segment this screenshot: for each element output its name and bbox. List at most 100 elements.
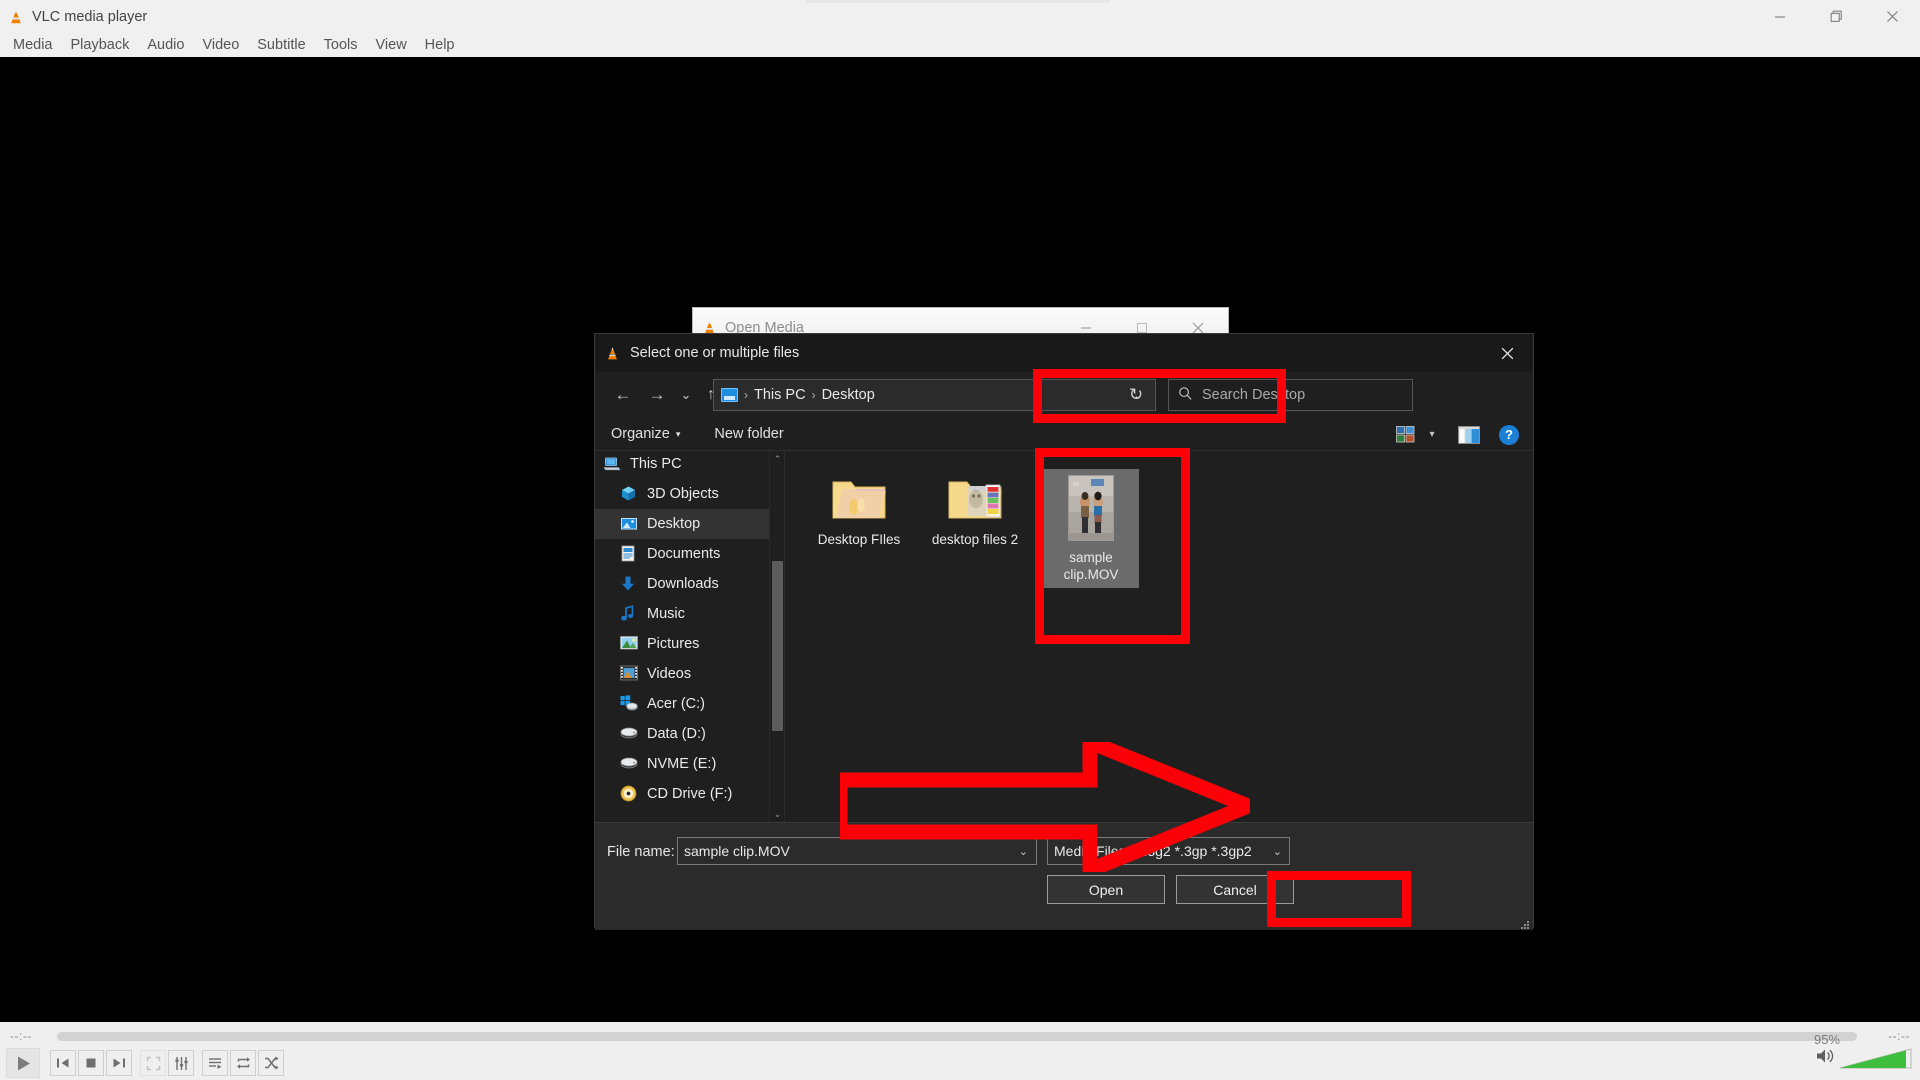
refresh-button[interactable]: ↻	[1116, 380, 1156, 410]
vlc-title-text: VLC media player	[32, 9, 147, 25]
loop-button[interactable]	[230, 1050, 256, 1076]
windows-drive-icon	[620, 695, 638, 713]
vlc-cone-icon	[605, 346, 620, 361]
file-dialog-close-button[interactable]	[1481, 334, 1533, 372]
skip-controls-group	[50, 1050, 132, 1076]
sidebar-item-label: Pictures	[647, 636, 699, 652]
file-item-desktop-files-2[interactable]: desktop files 2	[927, 469, 1023, 588]
previous-button[interactable]	[50, 1050, 76, 1076]
music-note-icon	[620, 605, 638, 623]
scroll-down-button[interactable]: ⌄	[770, 806, 785, 822]
sidebar-item-downloads[interactable]: Downloads	[595, 569, 769, 599]
open-button[interactable]: Open	[1047, 875, 1165, 904]
sidebar-item-label: Music	[647, 606, 685, 622]
file-dialog-titlebar: Select one or multiple files	[595, 334, 1533, 372]
menu-item-subtitle[interactable]: Subtitle	[248, 35, 314, 55]
file-dialog-navbar: ← → ⌄ ↑ › This PC › Desktop ⌄ ↻	[595, 372, 1533, 418]
preview-pane-icon[interactable]	[1455, 422, 1483, 448]
shuffle-button[interactable]	[258, 1050, 284, 1076]
sidebar-item-pictures[interactable]: Pictures	[595, 629, 769, 659]
help-icon: ?	[1499, 425, 1519, 445]
menu-item-view[interactable]: View	[367, 35, 416, 55]
close-button[interactable]	[1864, 0, 1920, 33]
maximize-button[interactable]	[1808, 0, 1864, 33]
volume-control[interactable]: 95%	[1816, 1046, 1912, 1070]
film-icon	[620, 665, 638, 683]
menu-item-tools[interactable]: Tools	[315, 35, 367, 55]
picture-icon	[620, 635, 638, 653]
file-item-label: desktop files 2	[932, 531, 1018, 548]
sidebar-item-data-d[interactable]: Data (D:)	[595, 719, 769, 749]
menu-item-video[interactable]: Video	[193, 35, 248, 55]
stop-button[interactable]	[78, 1050, 104, 1076]
forward-button[interactable]: →	[640, 379, 674, 411]
help-button[interactable]: ?	[1495, 422, 1523, 448]
organize-button[interactable]: Organize ▾	[601, 422, 690, 446]
volume-label: 95%	[1814, 1032, 1840, 1047]
sidebar-item-acer-c[interactable]: Acer (C:)	[595, 689, 769, 719]
menu-item-playback[interactable]: Playback	[62, 35, 139, 55]
vlc-menubar: Media Playback Audio Video Subtitle Tool…	[0, 33, 1920, 57]
file-item-sample-clip[interactable]: sample clip.MOV	[1043, 469, 1139, 588]
cube-icon	[620, 485, 638, 503]
next-button[interactable]	[106, 1050, 132, 1076]
scrollbar-thumb[interactable]	[772, 561, 783, 731]
sidebar-item-desktop[interactable]: Desktop	[595, 509, 769, 539]
view-layout-icon[interactable]	[1391, 422, 1419, 448]
file-list-pane[interactable]: Desktop FIles	[785, 451, 1533, 822]
seek-slider[interactable]	[57, 1032, 1857, 1041]
screen: VLC media player Media Playback Aud	[0, 0, 1920, 1080]
sidebar-item-nvme-e[interactable]: NVME (E:)	[595, 749, 769, 779]
back-button[interactable]: ←	[606, 379, 640, 411]
vlc-cone-icon	[8, 9, 24, 25]
sidebar-item-3d-objects[interactable]: 3D Objects	[595, 479, 769, 509]
sidebar-item-label: Documents	[647, 546, 720, 562]
folder-icon	[830, 475, 888, 523]
sidebar-item-label: Desktop	[647, 516, 700, 532]
player-control-bar: --:-- --:--	[0, 1022, 1920, 1080]
breadcrumb-desktop[interactable]: Desktop	[822, 387, 875, 403]
search-box[interactable]: Search Desktop	[1168, 379, 1413, 411]
playlist-button[interactable]	[202, 1050, 228, 1076]
file-type-value: Media Files ( *.3g2 *.3gp *.3gp2	[1054, 843, 1252, 859]
resize-grip[interactable]	[1519, 917, 1530, 928]
file-name-value: sample clip.MOV	[684, 843, 790, 859]
sidebar-item-documents[interactable]: Documents	[595, 539, 769, 569]
menu-item-help[interactable]: Help	[416, 35, 464, 55]
chevron-down-icon[interactable]: ⌄	[1273, 845, 1282, 858]
extended-settings-button[interactable]	[168, 1050, 194, 1076]
speaker-icon[interactable]	[1816, 1047, 1836, 1070]
file-type-select[interactable]: Media Files ( *.3g2 *.3gp *.3gp2 ⌄	[1047, 837, 1290, 865]
breadcrumb-this-pc[interactable]: This PC	[754, 387, 806, 403]
sidebar-item-this-pc[interactable]: This PC	[595, 451, 769, 479]
organize-label: Organize	[611, 426, 670, 442]
view-dropdown-icon[interactable]: ▾	[1421, 422, 1443, 448]
menu-item-media[interactable]: Media	[4, 35, 62, 55]
volume-slider[interactable]	[1840, 1046, 1912, 1070]
file-dialog-title: Select one or multiple files	[630, 345, 799, 361]
new-folder-button[interactable]: New folder	[704, 422, 793, 446]
play-button[interactable]	[6, 1048, 40, 1078]
fullscreen-button[interactable]	[140, 1050, 166, 1076]
playlist-controls-group	[202, 1050, 284, 1076]
address-bar[interactable]: › This PC › Desktop ⌄	[713, 379, 1156, 411]
breadcrumb-separator: ›	[744, 388, 748, 402]
sidebar-item-label: NVME (E:)	[647, 756, 716, 772]
search-placeholder: Search Desktop	[1202, 387, 1305, 403]
sidebar-item-videos[interactable]: Videos	[595, 659, 769, 689]
sidebar-item-music[interactable]: Music	[595, 599, 769, 629]
sidebar-item-cd-drive-f[interactable]: CD Drive (F:)	[595, 779, 769, 809]
recent-locations-button[interactable]: ⌄	[674, 379, 698, 411]
minimize-button[interactable]	[1752, 0, 1808, 33]
chevron-down-icon[interactable]: ⌄	[1019, 845, 1028, 858]
window-drag-marker	[806, 0, 1110, 3]
sidebar-scrollbar[interactable]: ⌃ ⌄	[769, 451, 784, 822]
file-picker-dialog: Select one or multiple files ← → ⌄ ↑ › T…	[594, 333, 1534, 928]
vlc-window-buttons	[1752, 0, 1920, 33]
file-name-input[interactable]: sample clip.MOV ⌄	[677, 837, 1037, 865]
file-item-desktop-files[interactable]: Desktop FIles	[811, 469, 907, 588]
menu-item-audio[interactable]: Audio	[138, 35, 193, 55]
cancel-button[interactable]: Cancel	[1176, 875, 1294, 904]
scroll-up-button[interactable]: ⌃	[770, 451, 785, 467]
sidebar-item-label: CD Drive (F:)	[647, 786, 732, 802]
